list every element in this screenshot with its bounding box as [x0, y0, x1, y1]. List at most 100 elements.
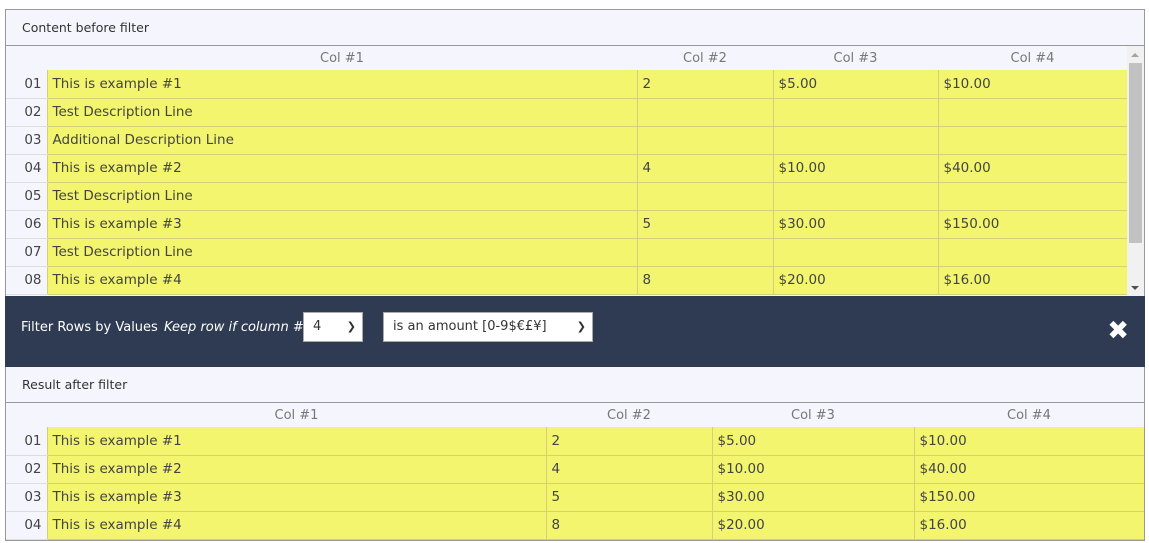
- table-cell: $40.00: [937, 154, 1127, 183]
- condition-select-value: is an amount [0-9$€£¥]: [393, 319, 547, 334]
- table-cell: $20.00: [711, 511, 914, 540]
- table-cell: [636, 182, 773, 211]
- scroll-down-arrow-icon[interactable]: [1131, 286, 1139, 290]
- vertical-scrollbar[interactable]: [1127, 46, 1144, 297]
- table-cell: [937, 238, 1127, 267]
- row-number: 04: [6, 511, 47, 540]
- row-number: 06: [6, 210, 47, 239]
- table-cell: $16.00: [913, 511, 1144, 540]
- table-cell: This is example #1: [46, 427, 546, 456]
- table-row[interactable]: 02 Test Description Line: [6, 98, 1127, 127]
- table-cell: $30.00: [711, 483, 914, 512]
- after-panel: Result after filter Col #1 Col #2 Col #3…: [5, 367, 1145, 541]
- table-cell: [636, 238, 773, 267]
- table-cell: $16.00: [937, 266, 1127, 295]
- table-cell: 5: [636, 210, 773, 239]
- table-cell: Test Description Line: [46, 238, 637, 267]
- table-cell: [636, 126, 773, 155]
- scrollbar-thumb[interactable]: [1129, 63, 1142, 243]
- table-cell: $30.00: [772, 210, 938, 239]
- table-cell: $10.00: [711, 455, 914, 484]
- row-number: 04: [6, 154, 47, 183]
- filter-title: Filter Rows by Values: [21, 320, 158, 335]
- table-row[interactable]: 02 This is example #2 4 $10.00 $40.00: [6, 455, 1144, 484]
- table-cell: $10.00: [772, 154, 938, 183]
- table-cell: This is example #3: [46, 483, 546, 512]
- column-select-value: 4: [313, 319, 322, 334]
- table-cell: $5.00: [711, 427, 914, 456]
- header-row: Col #1 Col #2 Col #3 Col #4: [6, 46, 1127, 70]
- table-row[interactable]: 01 This is example #1 2 $5.00 $10.00: [6, 427, 1144, 456]
- row-number-header: [6, 46, 47, 70]
- chevron-down-icon: ❯: [576, 320, 586, 333]
- row-number-header: [6, 403, 47, 427]
- table-cell: Test Description Line: [46, 182, 637, 211]
- row-number: 03: [6, 483, 47, 512]
- table-cell: [636, 98, 773, 127]
- header-row: Col #1 Col #2 Col #3 Col #4: [6, 403, 1144, 427]
- table-cell: $5.00: [772, 70, 938, 99]
- table-cell: Additional Description Line: [46, 126, 637, 155]
- table-cell: [772, 182, 938, 211]
- table-row[interactable]: 04 This is example #4 8 $20.00 $16.00: [6, 511, 1144, 540]
- keep-row-label: Keep row if column #: [164, 320, 304, 335]
- filter-toolbar: Filter Rows by Values Keep row if column…: [5, 296, 1145, 367]
- table-cell: Test Description Line: [46, 98, 637, 127]
- table-cell: $10.00: [937, 70, 1127, 99]
- column-header[interactable]: Col #4: [938, 46, 1127, 70]
- row-number: 03: [6, 126, 47, 155]
- table-cell: $150.00: [913, 483, 1144, 512]
- table-cell: [772, 126, 938, 155]
- row-number: 01: [6, 427, 47, 456]
- table-cell: [772, 238, 938, 267]
- column-select[interactable]: 4 ❯: [303, 312, 363, 342]
- table-cell: This is example #4: [46, 266, 637, 295]
- row-number: 02: [6, 455, 47, 484]
- table-cell: [772, 98, 938, 127]
- column-header[interactable]: Col #3: [773, 46, 938, 70]
- table-cell: $20.00: [772, 266, 938, 295]
- table-cell: $40.00: [913, 455, 1144, 484]
- table-cell: 5: [545, 483, 712, 512]
- scroll-up-arrow-icon[interactable]: [1131, 53, 1139, 57]
- table-cell: This is example #2: [46, 154, 637, 183]
- table-cell: [937, 126, 1127, 155]
- before-table: Col #1 Col #2 Col #3 Col #4 01 This is ex…: [6, 46, 1127, 295]
- before-table-scroll[interactable]: Col #1 Col #2 Col #3 Col #4 01 This is ex…: [6, 46, 1144, 297]
- column-header[interactable]: Col #1: [47, 46, 637, 70]
- table-row[interactable]: 07 Test Description Line: [6, 238, 1127, 267]
- column-header[interactable]: Col #1: [47, 403, 546, 427]
- before-panel: Content before filter Col #1 Col #2 Col …: [5, 9, 1145, 297]
- table-cell: 4: [636, 154, 773, 183]
- table-cell: 2: [636, 70, 773, 99]
- table-row[interactable]: 01 This is example #1 2 $5.00 $10.00: [6, 70, 1127, 99]
- before-title: Content before filter: [6, 10, 1144, 46]
- table-cell: 4: [545, 455, 712, 484]
- table-cell: [937, 182, 1127, 211]
- table-cell: [937, 98, 1127, 127]
- table-cell: 2: [545, 427, 712, 456]
- column-header[interactable]: Col #4: [914, 403, 1144, 427]
- table-cell: This is example #3: [46, 210, 637, 239]
- table-cell: $10.00: [913, 427, 1144, 456]
- table-row[interactable]: 06 This is example #3 5 $30.00 $150.00: [6, 210, 1127, 239]
- column-header[interactable]: Col #3: [712, 403, 914, 427]
- table-row[interactable]: 03 Additional Description Line: [6, 126, 1127, 155]
- row-number: 02: [6, 98, 47, 127]
- table-row[interactable]: 03 This is example #3 5 $30.00 $150.00: [6, 483, 1144, 512]
- row-number: 07: [6, 238, 47, 267]
- condition-select[interactable]: is an amount [0-9$€£¥] ❯: [383, 312, 593, 342]
- row-number: 05: [6, 182, 47, 211]
- table-row[interactable]: 08 This is example #4 8 $20.00 $16.00: [6, 266, 1127, 295]
- column-header[interactable]: Col #2: [637, 46, 773, 70]
- table-row[interactable]: 05 Test Description Line: [6, 182, 1127, 211]
- table-cell: This is example #4: [46, 511, 546, 540]
- table-cell: This is example #2: [46, 455, 546, 484]
- chevron-down-icon: ❯: [346, 320, 356, 333]
- table-row[interactable]: 04 This is example #2 4 $10.00 $40.00: [6, 154, 1127, 183]
- close-icon[interactable]: ✖: [1107, 318, 1129, 344]
- row-number: 08: [6, 266, 47, 295]
- row-number: 01: [6, 70, 47, 99]
- table-cell: This is example #1: [46, 70, 637, 99]
- column-header[interactable]: Col #2: [546, 403, 712, 427]
